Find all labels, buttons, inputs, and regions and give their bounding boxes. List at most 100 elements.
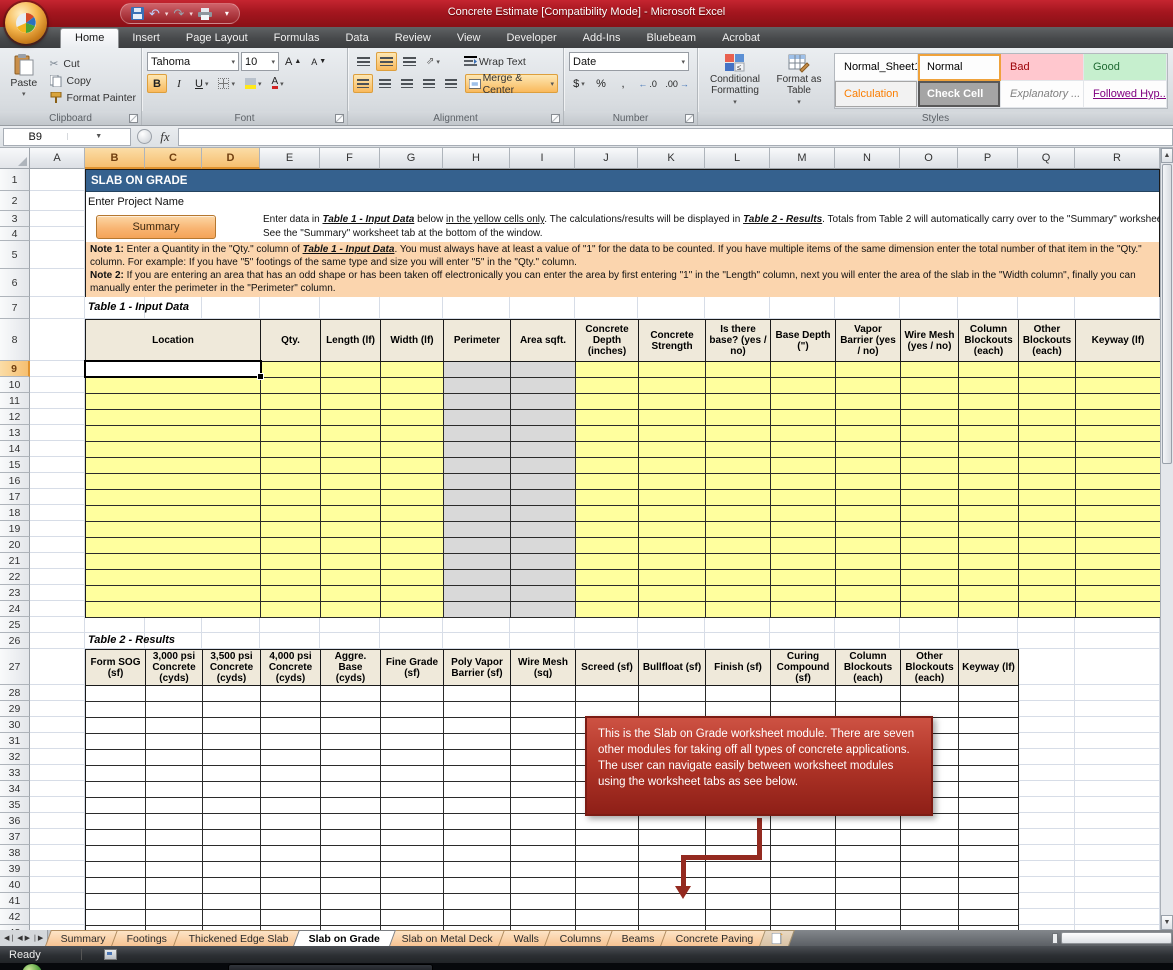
- cell[interactable]: [771, 458, 836, 474]
- cell[interactable]: [901, 846, 959, 862]
- cell[interactable]: [381, 750, 444, 766]
- cell[interactable]: [261, 750, 321, 766]
- cell[interactable]: [706, 862, 771, 878]
- row-header-31[interactable]: 31: [0, 733, 30, 749]
- cell[interactable]: [381, 506, 444, 522]
- cell[interactable]: [959, 718, 1019, 734]
- cell[interactable]: [321, 538, 381, 554]
- align-top-button[interactable]: [353, 52, 374, 71]
- column-header-K[interactable]: K: [638, 148, 705, 169]
- office-button[interactable]: [5, 2, 47, 44]
- ribbon-tab[interactable]: Insert: [119, 28, 173, 48]
- column-header-C[interactable]: C: [145, 148, 202, 169]
- cell[interactable]: [1076, 362, 1160, 378]
- cell[interactable]: [444, 506, 511, 522]
- cell[interactable]: [959, 442, 1019, 458]
- cell[interactable]: [901, 554, 959, 570]
- cell[interactable]: [321, 846, 381, 862]
- select-all-corner[interactable]: [0, 148, 30, 169]
- cell[interactable]: [706, 394, 771, 410]
- cell[interactable]: [321, 782, 381, 798]
- taskbar-window-button[interactable]: [228, 964, 433, 970]
- cell[interactable]: [511, 602, 576, 618]
- cell[interactable]: [203, 750, 261, 766]
- cell[interactable]: [959, 410, 1019, 426]
- cell[interactable]: [86, 442, 261, 458]
- cell[interactable]: [261, 458, 321, 474]
- cell[interactable]: [203, 734, 261, 750]
- cell[interactable]: [576, 442, 639, 458]
- cell[interactable]: [1019, 490, 1076, 506]
- vertical-scrollbar[interactable]: ▲ ▼: [1160, 148, 1173, 930]
- first-sheet-button[interactable]: ◀❘: [4, 935, 15, 942]
- font-family-select[interactable]: Tahoma▾: [147, 52, 239, 71]
- cell[interactable]: [576, 602, 639, 618]
- underline-button[interactable]: U▾: [191, 74, 212, 93]
- cell[interactable]: [959, 538, 1019, 554]
- cell[interactable]: [261, 718, 321, 734]
- cell[interactable]: [86, 586, 261, 602]
- cell[interactable]: [381, 734, 444, 750]
- cell[interactable]: [706, 538, 771, 554]
- cell[interactable]: [901, 490, 959, 506]
- cell[interactable]: [1076, 426, 1160, 442]
- fill-color-button[interactable]: ▾: [241, 74, 266, 93]
- borders-button[interactable]: ▾: [214, 74, 239, 93]
- cell[interactable]: [261, 686, 321, 702]
- cell[interactable]: [146, 798, 203, 814]
- project-name-cell[interactable]: Enter Project Name: [88, 196, 184, 208]
- cell[interactable]: [576, 426, 639, 442]
- row-header-30[interactable]: 30: [0, 717, 30, 733]
- cell[interactable]: [381, 586, 444, 602]
- cell[interactable]: [146, 718, 203, 734]
- cell[interactable]: [901, 458, 959, 474]
- cell[interactable]: [639, 554, 706, 570]
- cell[interactable]: [836, 410, 901, 426]
- cell[interactable]: [146, 830, 203, 846]
- conditional-formatting-button[interactable]: ≤ Conditional Formatting▾: [703, 52, 767, 110]
- cell[interactable]: [381, 458, 444, 474]
- cell[interactable]: [444, 830, 511, 846]
- cell[interactable]: [261, 538, 321, 554]
- cell[interactable]: [86, 910, 146, 926]
- cell[interactable]: [321, 798, 381, 814]
- cell[interactable]: [86, 862, 146, 878]
- cell[interactable]: [203, 702, 261, 718]
- cell[interactable]: [381, 426, 444, 442]
- cell[interactable]: [511, 554, 576, 570]
- cell[interactable]: [639, 538, 706, 554]
- cell[interactable]: [836, 586, 901, 602]
- cell[interactable]: [381, 830, 444, 846]
- align-bottom-button[interactable]: [399, 52, 420, 71]
- cell[interactable]: [959, 554, 1019, 570]
- copy-button[interactable]: Copy: [50, 72, 136, 89]
- cell[interactable]: [261, 602, 321, 618]
- cell[interactable]: [959, 426, 1019, 442]
- cell[interactable]: [771, 410, 836, 426]
- cell[interactable]: [576, 570, 639, 586]
- cell[interactable]: [706, 442, 771, 458]
- cell[interactable]: [511, 718, 576, 734]
- cell[interactable]: [86, 878, 146, 894]
- cell[interactable]: [706, 586, 771, 602]
- cell[interactable]: [959, 782, 1019, 798]
- paste-button[interactable]: Paste▾: [5, 52, 43, 109]
- cell[interactable]: [1019, 570, 1076, 586]
- cell[interactable]: [321, 862, 381, 878]
- cell[interactable]: [576, 554, 639, 570]
- cell[interactable]: [771, 442, 836, 458]
- cell[interactable]: [639, 490, 706, 506]
- cell[interactable]: [321, 474, 381, 490]
- cell[interactable]: [203, 878, 261, 894]
- cell[interactable]: [959, 750, 1019, 766]
- cell[interactable]: [1019, 410, 1076, 426]
- column-header-F[interactable]: F: [320, 148, 380, 169]
- cell[interactable]: [901, 362, 959, 378]
- cell[interactable]: [959, 878, 1019, 894]
- row-header-29[interactable]: 29: [0, 701, 30, 717]
- cell[interactable]: [511, 410, 576, 426]
- column-header-B[interactable]: B: [85, 148, 145, 169]
- cell[interactable]: [381, 718, 444, 734]
- row-header-40[interactable]: 40: [0, 877, 30, 893]
- cell[interactable]: [381, 570, 444, 586]
